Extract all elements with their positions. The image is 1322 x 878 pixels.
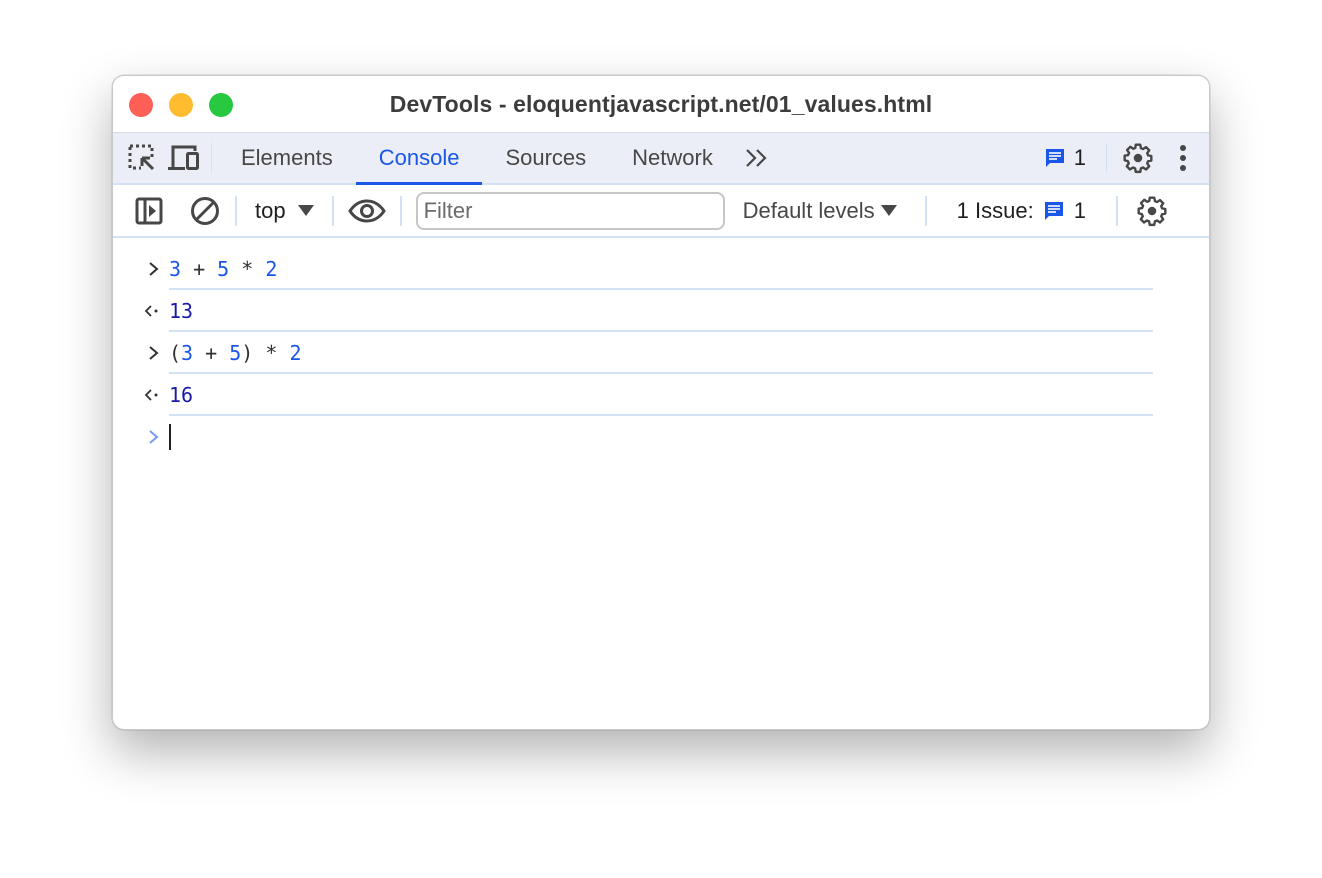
toolbar-divider — [1115, 195, 1118, 226]
toolbar-divider — [331, 195, 334, 226]
log-levels-label: Default levels — [742, 197, 875, 223]
inspect-element-icon — [128, 144, 157, 173]
double-chevron-right-icon — [746, 149, 767, 167]
settings-icon — [1137, 195, 1167, 226]
settings-button[interactable] — [1113, 133, 1163, 183]
toolbar-divider — [235, 195, 237, 226]
more-options-button[interactable] — [1163, 133, 1203, 183]
operator-token: + — [181, 257, 218, 281]
operator-token: * — [229, 257, 266, 281]
operator-token: ) * — [241, 341, 290, 365]
inspect-element-button[interactable] — [121, 133, 163, 183]
device-toolbar-button[interactable] — [163, 133, 205, 183]
minimize-window-button[interactable] — [169, 93, 193, 117]
more-tabs-button[interactable] — [736, 133, 778, 183]
eye-icon — [347, 198, 386, 223]
operator-token: ( — [169, 341, 182, 365]
issues-label: 1 Issue: — [956, 197, 1034, 223]
message-icon — [1044, 201, 1063, 220]
message-icon — [1045, 149, 1064, 167]
input-chevron-icon — [149, 262, 159, 276]
console-result-entry[interactable]: 16 — [113, 374, 1209, 416]
console-prompt[interactable] — [113, 416, 1209, 458]
tab-console[interactable]: Console — [355, 133, 483, 185]
title-bar: DevTools - eloquentjavascript.net/01_val… — [113, 76, 1209, 133]
maximize-window-button[interactable] — [209, 93, 233, 117]
window-title: DevTools - eloquentjavascript.net/01_val… — [389, 90, 933, 117]
result-arrow-icon — [144, 389, 158, 401]
number-token: 5 — [229, 341, 242, 365]
number-token: 3 — [169, 257, 182, 281]
devtools-window: DevTools - eloquentjavascript.net/01_val… — [112, 75, 1210, 730]
filter-input[interactable] — [415, 191, 725, 230]
toolbar-divider — [399, 195, 402, 226]
toolbar-divider — [1106, 143, 1107, 173]
input-expression: (3 + 5) * 2 — [169, 341, 301, 365]
more-vertical-icon — [1180, 145, 1186, 171]
text-cursor — [169, 424, 171, 450]
sidebar-toggle-icon — [135, 197, 163, 224]
messages-count: 1 — [1073, 145, 1086, 170]
tab-elements[interactable]: Elements — [218, 133, 356, 183]
toolbar-divider — [211, 143, 212, 173]
clear-icon — [191, 196, 219, 225]
dropdown-arrow-icon — [297, 205, 314, 216]
tab-sources[interactable]: Sources — [482, 133, 609, 183]
result-value: 16 — [169, 383, 194, 407]
tab-network[interactable]: Network — [609, 133, 736, 183]
settings-icon — [1123, 143, 1153, 174]
issues-count: 1 — [1073, 197, 1086, 223]
context-selector[interactable]: top — [245, 198, 324, 224]
console-output[interactable]: 3 + 5 * 2 13 (3 + 5) * 2 16 — [113, 238, 1209, 458]
number-token: 2 — [289, 341, 302, 365]
number-token: 3 — [181, 341, 194, 365]
close-window-button[interactable] — [129, 93, 153, 117]
show-sidebar-button[interactable] — [127, 191, 171, 231]
live-expression-button[interactable] — [342, 191, 392, 231]
input-chevron-icon — [149, 346, 159, 360]
prompt-chevron-icon — [149, 430, 159, 444]
number-token: 2 — [265, 257, 278, 281]
issues-counter-button[interactable]: 1 Issue: 1 — [935, 198, 1108, 224]
clear-console-button[interactable] — [183, 191, 227, 231]
console-toolbar: top Default levels 1 Issue: 1 — [113, 185, 1209, 238]
console-result-entry[interactable]: 13 — [113, 290, 1209, 332]
log-levels-dropdown[interactable]: Default levels — [725, 198, 917, 224]
messages-counter-button[interactable]: 1 — [1031, 133, 1100, 183]
window-controls — [129, 93, 233, 117]
console-input-entry[interactable]: 3 + 5 * 2 — [113, 248, 1209, 290]
result-value: 13 — [169, 299, 194, 323]
input-expression: 3 + 5 * 2 — [169, 257, 277, 281]
main-tab-bar: Elements Console Sources Network 1 — [113, 133, 1209, 185]
number-token: 5 — [217, 257, 230, 281]
device-toolbar-icon — [168, 145, 199, 170]
console-settings-button[interactable] — [1130, 191, 1174, 231]
console-input-entry[interactable]: (3 + 5) * 2 — [113, 332, 1209, 374]
operator-token: + — [193, 341, 230, 365]
toolbar-divider — [924, 195, 927, 226]
result-arrow-icon — [144, 305, 158, 317]
context-value: top — [255, 197, 286, 223]
dropdown-arrow-icon — [880, 205, 897, 216]
